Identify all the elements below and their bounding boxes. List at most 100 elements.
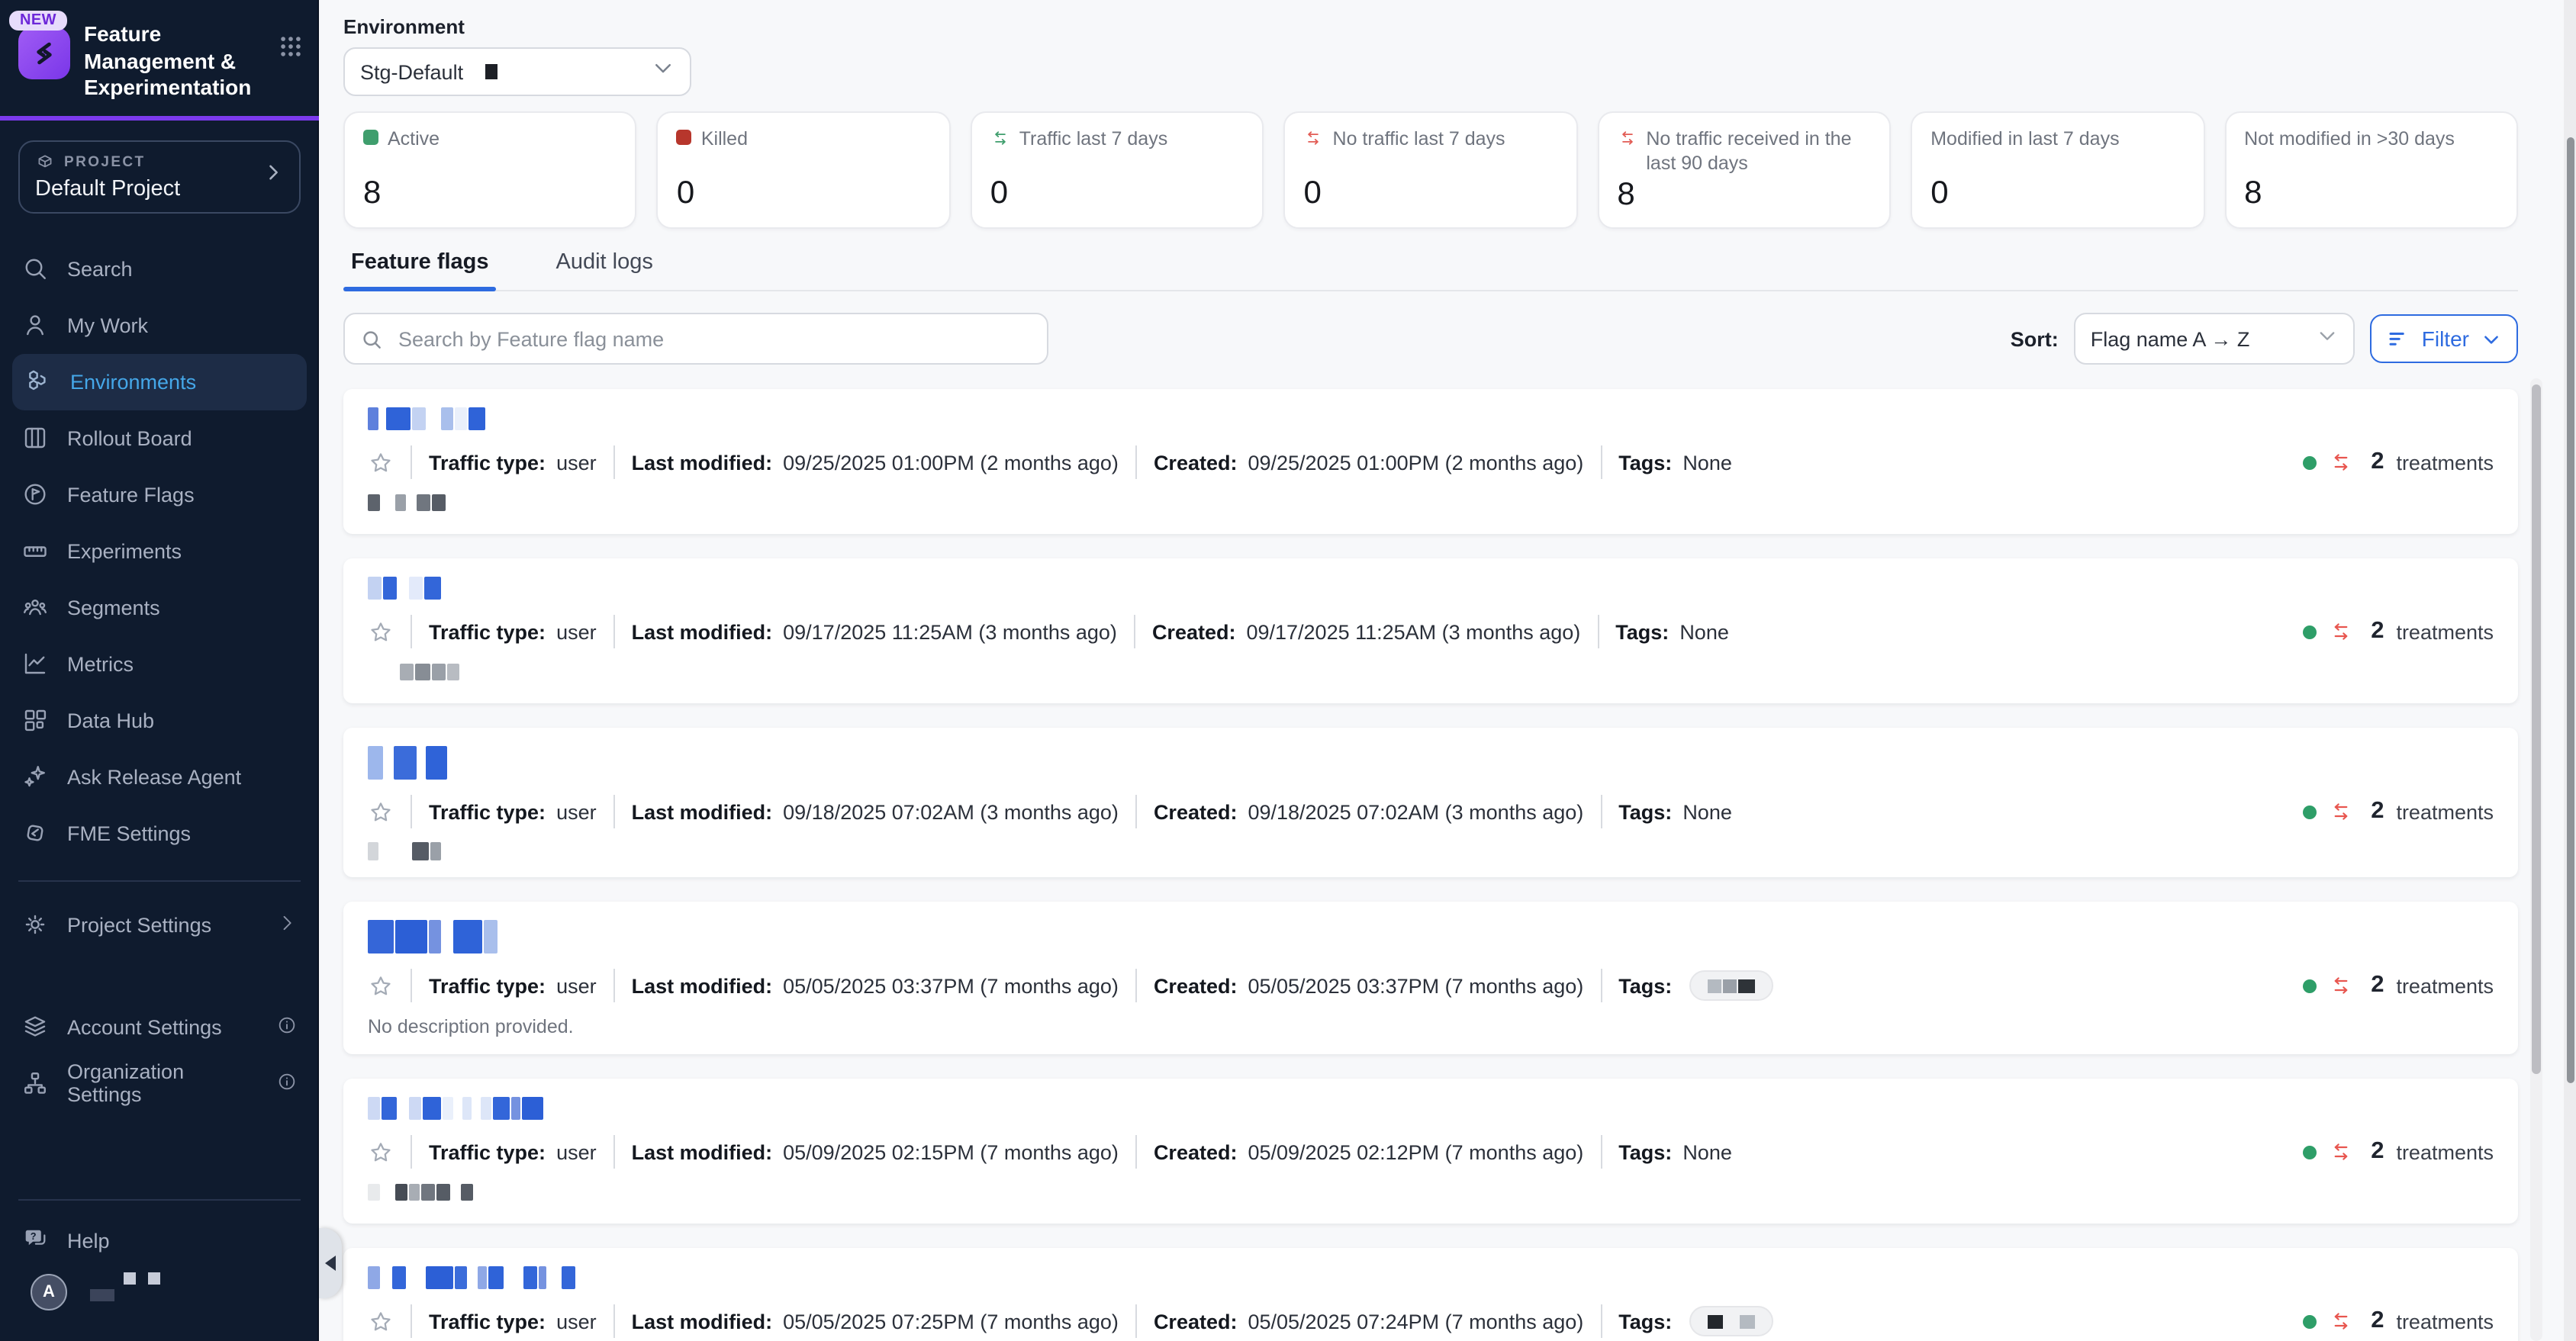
- split-logo[interactable]: [18, 27, 70, 79]
- last-modified-label: Last modified:: [632, 620, 773, 643]
- sidebar-item-project-settings[interactable]: Project Settings: [0, 896, 319, 953]
- feature-flag-row[interactable]: Traffic type:userLast modified:09/18/202…: [343, 728, 2518, 877]
- project-name: Default Project: [35, 176, 262, 201]
- filter-label: Filter: [2422, 326, 2469, 351]
- sidebar-item-search[interactable]: Search: [0, 240, 319, 297]
- traffic-type-value: user: [556, 620, 597, 643]
- treatments-count: 2: [2371, 618, 2384, 645]
- stat-value: 8: [2244, 175, 2498, 212]
- stat-card-3[interactable]: No traffic last 7 days0: [1284, 111, 1578, 229]
- star-icon[interactable]: [368, 1139, 394, 1165]
- traffic-arrows-icon: [1304, 128, 1324, 155]
- project-selector[interactable]: PROJECT Default Project: [18, 140, 301, 213]
- sidebar-item-metrics[interactable]: Metrics: [0, 635, 319, 692]
- redacted-block: [488, 1266, 504, 1289]
- created-label: Created:: [1154, 1140, 1238, 1163]
- avatar[interactable]: A: [31, 1274, 67, 1310]
- traffic-type-value: user: [556, 451, 597, 474]
- feature-flag-row[interactable]: Traffic type:userLast modified:05/05/202…: [343, 1248, 2518, 1341]
- tab-audit-logs[interactable]: Audit logs: [556, 250, 653, 290]
- divider: [18, 1199, 301, 1201]
- stat-card-1[interactable]: Killed0: [657, 111, 951, 229]
- stat-card-4[interactable]: No traffic received in the last 90 days8: [1597, 111, 1891, 229]
- filter-icon: [2387, 327, 2410, 350]
- star-icon[interactable]: [368, 449, 394, 475]
- star-icon[interactable]: [368, 619, 394, 645]
- sort-value: Flag name A → Z: [2091, 327, 2250, 350]
- help-item[interactable]: ? Help: [0, 1210, 319, 1271]
- redacted-block: [484, 920, 497, 953]
- filter-button[interactable]: Filter: [2370, 314, 2518, 363]
- sidebar-item-data-hub[interactable]: Data Hub: [0, 692, 319, 748]
- flag-icon: [21, 481, 49, 508]
- stat-label: Modified in last 7 days: [1930, 127, 2119, 152]
- sidebar-item-label: Segments: [67, 596, 160, 619]
- sidebar-item-experiments[interactable]: Experiments: [0, 523, 319, 579]
- stat-card-2[interactable]: Traffic last 7 days0: [971, 111, 1264, 229]
- treatments-label: treatments: [2396, 620, 2494, 643]
- sidebar-item-my-work[interactable]: My Work: [0, 297, 319, 353]
- status-dot: [2302, 979, 2316, 992]
- star-icon[interactable]: [368, 973, 394, 999]
- info-icon[interactable]: [276, 1070, 298, 1096]
- stat-card-5[interactable]: Modified in last 7 days0: [1911, 111, 2204, 229]
- redacted-block: [412, 407, 426, 430]
- treatments-split-icon: [2328, 973, 2352, 998]
- app-window: NEW Feature Management & Experimentation…: [0, 0, 2576, 1341]
- user-icon: [21, 311, 49, 339]
- redacted-block: [368, 1183, 380, 1200]
- redacted-block: [409, 1097, 421, 1120]
- traffic-type-value: user: [556, 1140, 597, 1163]
- info-icon[interactable]: [276, 1014, 298, 1040]
- divider: [1135, 795, 1137, 828]
- redacted-block: [407, 494, 415, 510]
- sidebar-collapse-handle[interactable]: [319, 1228, 342, 1298]
- stat-card-6[interactable]: Not modified in >30 days8: [2224, 111, 2518, 229]
- stat-value: 8: [1617, 176, 1871, 213]
- sidebar-item-environments[interactable]: Environments: [12, 353, 307, 410]
- status-dot: [2302, 625, 2316, 638]
- list-scrollbar-thumb[interactable]: [2532, 384, 2541, 1074]
- sort-select[interactable]: Flag name A → Z: [2074, 313, 2355, 365]
- feature-flag-row[interactable]: Traffic type:userLast modified:05/05/202…: [343, 902, 2518, 1054]
- help-label: Help: [67, 1229, 110, 1252]
- stat-label: No traffic last 7 days: [1333, 127, 1505, 152]
- redacted-block: [505, 1266, 522, 1289]
- created-label: Created:: [1154, 974, 1238, 997]
- redacted-block: [398, 577, 407, 600]
- stat-value: 8: [363, 175, 617, 212]
- sidebar-item-account-settings[interactable]: Account Settings: [0, 999, 319, 1055]
- sidebar: NEW Feature Management & Experimentation…: [0, 0, 319, 1341]
- sidebar-item-fme-settings[interactable]: FME Settings: [0, 805, 319, 861]
- redacted-block: [409, 1183, 420, 1200]
- tab-feature-flags[interactable]: Feature flags: [351, 250, 489, 290]
- star-icon[interactable]: [368, 1308, 394, 1334]
- tag-chip[interactable]: [1689, 970, 1773, 1001]
- chevron-right-icon: [262, 162, 284, 191]
- chevron-down-icon: [652, 56, 675, 87]
- feature-flag-row[interactable]: Traffic type:userLast modified:09/25/202…: [343, 389, 2518, 534]
- redacted-block: [385, 746, 392, 780]
- tag-chip[interactable]: [1689, 1306, 1773, 1336]
- redacted-block: [455, 1266, 467, 1289]
- board-icon: [21, 424, 49, 452]
- divider: [1135, 1135, 1137, 1169]
- sidebar-item-segments[interactable]: Segments: [0, 579, 319, 635]
- redacted-block: [469, 1266, 476, 1289]
- sidebar-item-ask-release-agent[interactable]: Ask Release Agent: [0, 748, 319, 805]
- app-switcher-grid-icon[interactable]: [278, 34, 304, 67]
- search-icon: [360, 327, 383, 350]
- star-icon[interactable]: [368, 799, 394, 825]
- feature-flag-row[interactable]: Traffic type:userLast modified:05/09/202…: [343, 1079, 2518, 1224]
- stat-card-0[interactable]: Active8: [343, 111, 637, 229]
- redacted-block: [421, 1183, 435, 1200]
- sidebar-item-rollout-board[interactable]: Rollout Board: [0, 410, 319, 466]
- sidebar-item-organization-settings[interactable]: Organization Settings: [0, 1055, 319, 1111]
- sidebar-item-feature-flags[interactable]: Feature Flags: [0, 466, 319, 523]
- redacted-block: [382, 1097, 397, 1120]
- feature-flag-row[interactable]: Traffic type:userLast modified:09/17/202…: [343, 558, 2518, 703]
- search-input[interactable]: [395, 326, 1032, 352]
- traffic-type-label: Traffic type:: [429, 1310, 546, 1333]
- page-scrollbar-thumb[interactable]: [2566, 137, 2574, 1083]
- environment-select[interactable]: Stg-Default: [343, 47, 691, 96]
